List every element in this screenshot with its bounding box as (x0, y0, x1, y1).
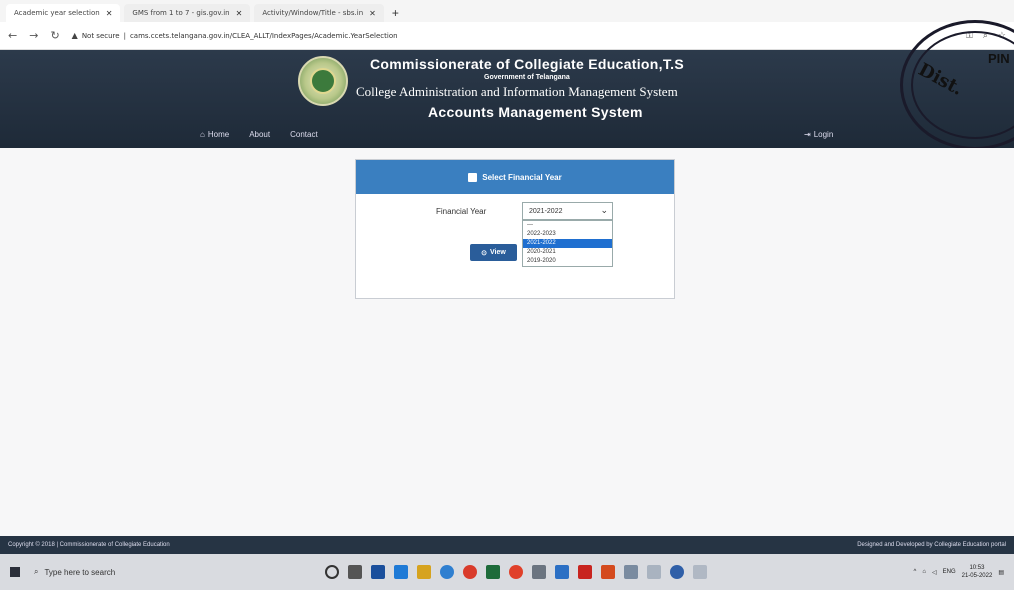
app-icon[interactable] (578, 565, 592, 579)
browser-tab-1[interactable]: Academic year selection ✕ (6, 4, 121, 22)
login-label: Login (813, 130, 834, 139)
close-icon[interactable]: ✕ (369, 9, 376, 18)
chevron-down-icon: ⌄ (600, 205, 608, 215)
taskbar-apps (325, 565, 707, 579)
site-footer: Copyright © 2018 | Commissionerate of Co… (0, 536, 1014, 554)
tab-label: Academic year selection (14, 9, 100, 17)
footer-copyright: Copyright © 2018 | Commissionerate of Co… (8, 542, 170, 548)
app-icon[interactable] (693, 565, 707, 579)
volume-icon[interactable]: ◁ (932, 569, 937, 576)
search-placeholder: Type here to search (44, 567, 116, 577)
dropdown-option[interactable]: --- (523, 221, 612, 230)
system-title: Accounts Management System (428, 104, 643, 120)
address-bar: ← → ↻ ▲ Not secure | cams.ccets.telangan… (0, 22, 1014, 50)
chrome-icon[interactable] (463, 565, 477, 579)
search-icon: ⌕ (34, 567, 39, 576)
warning-icon: ▲ (71, 31, 78, 40)
windows-taskbar: ⌕ Type here to search ^ ⌂ ◁ ENG 10:53 21… (0, 554, 1014, 590)
forward-icon[interactable]: → (29, 29, 38, 42)
browser-tab-2[interactable]: GMS from 1 to 7 - gis.gov.in ✕ (124, 4, 251, 22)
site-nav: ⌂ Home About Contact (200, 130, 318, 139)
app-icon[interactable] (371, 565, 385, 579)
network-icon[interactable]: ⌂ (922, 569, 926, 575)
financial-year-select[interactable]: 2021-2022 ⌄ (522, 202, 613, 220)
system-tray: ^ ⌂ ◁ ENG 10:53 21-05-2022 ▤ (914, 564, 1004, 580)
security-label: Not secure (81, 31, 120, 40)
excel-icon[interactable] (486, 565, 500, 579)
app-icon[interactable] (509, 565, 523, 579)
edge-icon[interactable] (440, 565, 454, 579)
nav-about[interactable]: About (249, 130, 270, 139)
selected-value: 2021-2022 (529, 207, 563, 215)
panel-header: Select Financial Year (356, 160, 674, 194)
dropdown-option[interactable]: 2020-2021 (523, 248, 612, 257)
app-icon[interactable] (532, 565, 546, 579)
taskbar-search[interactable]: ⌕ Type here to search (34, 567, 279, 577)
windows-start-icon[interactable] (10, 567, 20, 577)
dropdown-option[interactable]: 2022-2023 (523, 230, 612, 239)
financial-year-dropdown: --- 2022-2023 2021-2022 2020-2021 2019-2… (522, 220, 613, 267)
reload-icon[interactable]: ↻ (50, 29, 59, 42)
site-title: Commissionerate of Collegiate Education,… (370, 56, 684, 72)
word-icon[interactable] (555, 565, 569, 579)
financial-year-label: Financial Year (436, 207, 487, 216)
tab-label: Activity/Window/Title - sbs.in (262, 9, 364, 17)
site-header: Commissionerate of Collegiate Education,… (0, 20, 1014, 150)
app-icon[interactable] (394, 565, 408, 579)
nav-home[interactable]: ⌂ Home (200, 130, 229, 139)
back-icon[interactable]: ← (8, 29, 17, 42)
new-tab-icon[interactable]: + (392, 4, 399, 22)
panel-title: Select Financial Year (482, 172, 562, 182)
tray-chevron-icon[interactable]: ^ (914, 569, 917, 575)
url-field[interactable]: ▲ Not secure | cams.ccets.telangana.gov.… (72, 31, 398, 40)
url-text: cams.ccets.telangana.gov.in/CLEA_ALLT/In… (129, 31, 398, 40)
home-icon: ⌂ (200, 130, 205, 139)
government-label: Government of Telangana (484, 74, 570, 81)
clock-time: 10:53 (969, 565, 985, 571)
app-icon[interactable] (624, 565, 638, 579)
app-icon[interactable] (647, 565, 661, 579)
nav-home-label: Home (207, 130, 230, 139)
emblem-logo (298, 56, 348, 106)
task-view-icon[interactable] (348, 565, 362, 579)
view-button[interactable]: ⊙ View (470, 244, 517, 261)
cortana-icon[interactable] (325, 565, 339, 579)
tab-label: GMS from 1 to 7 - gis.gov.in (132, 9, 230, 17)
login-link[interactable]: ⇥ Login (804, 130, 833, 139)
clock[interactable]: 10:53 21-05-2022 (962, 564, 993, 580)
close-icon[interactable]: ✕ (236, 9, 243, 18)
file-explorer-icon[interactable] (417, 565, 431, 579)
nav-contact[interactable]: Contact (290, 130, 318, 139)
clock-date: 21-05-2022 (961, 573, 993, 579)
view-icon: ⊙ (481, 249, 488, 257)
dropdown-option-selected[interactable]: 2021-2022 (523, 239, 612, 248)
view-button-label: View (490, 249, 506, 256)
language-label[interactable]: ENG (943, 569, 956, 575)
dropdown-option[interactable]: 2019-2020 (523, 257, 612, 266)
login-icon: ⇥ (804, 130, 811, 139)
site-subtitle: College Administration and Information M… (356, 84, 678, 99)
app-icon[interactable] (670, 565, 684, 579)
browser-tab-bar: Academic year selection ✕ GMS from 1 to … (0, 0, 1014, 22)
calendar-icon (468, 172, 478, 182)
main-content: Select Financial Year Financial Year 202… (0, 148, 1014, 536)
office-icon[interactable] (601, 565, 615, 579)
screen: Academic year selection ✕ GMS from 1 to … (0, 0, 1014, 590)
browser-tab-3[interactable]: Activity/Window/Title - sbs.in ✕ (254, 4, 384, 22)
financial-year-panel: Select Financial Year Financial Year 202… (355, 159, 675, 299)
footer-credits: Designed and Developed by Collegiate Edu… (857, 542, 1006, 548)
close-icon[interactable]: ✕ (106, 9, 113, 18)
stamp-text: PIN (988, 51, 1010, 66)
notification-icon[interactable]: ▤ (998, 569, 1004, 576)
